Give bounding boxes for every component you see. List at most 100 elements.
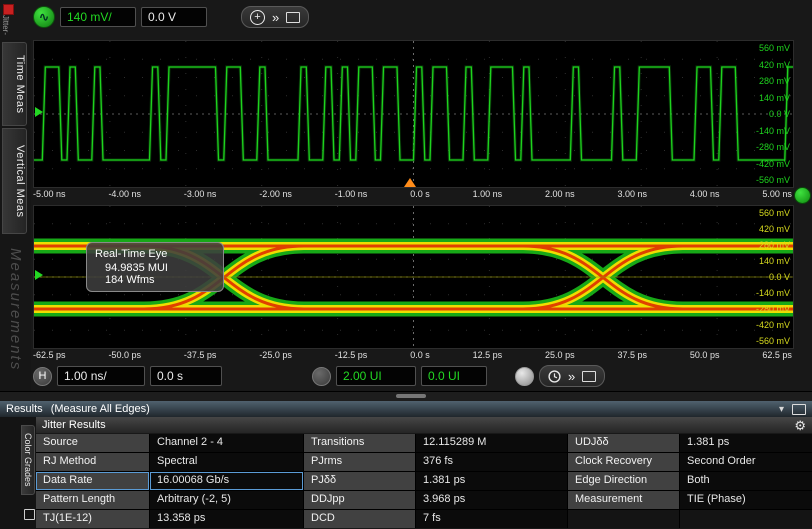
display-icon[interactable] bbox=[582, 371, 596, 382]
horizontal-offset-field[interactable]: 0.0 s bbox=[150, 366, 222, 386]
x-axis-tick: 2.00 ns bbox=[545, 189, 575, 199]
results-splitter[interactable] bbox=[0, 391, 812, 401]
display-icon[interactable] bbox=[286, 12, 300, 23]
table-value[interactable]: 1.381 ps bbox=[416, 472, 567, 490]
vertical-toolbar-more: + » bbox=[241, 6, 309, 28]
ui-offset-field[interactable]: 0.0 UI bbox=[421, 366, 487, 386]
jitter-results-bar[interactable]: Jitter Results ⚙ bbox=[36, 417, 812, 433]
results-subtitle: (Measure All Edges) bbox=[51, 403, 150, 415]
trigger-marker-icon[interactable] bbox=[404, 178, 416, 187]
horizontal-toolbar-more: » bbox=[539, 365, 605, 387]
x-axis-tick: 50.0 ps bbox=[690, 350, 720, 360]
table-value[interactable]: Both bbox=[680, 472, 812, 490]
undock-icon[interactable] bbox=[792, 404, 806, 415]
table-value[interactable]: 1.381 ps bbox=[680, 434, 812, 452]
table-value[interactable]: Channel 2 - 4 bbox=[150, 434, 303, 452]
x-axis-tick: 0.0 s bbox=[410, 189, 430, 199]
table-label-selected[interactable]: Data Rate bbox=[36, 472, 149, 490]
x-axis-tick: 25.0 ps bbox=[545, 350, 575, 360]
x-axis-tick: 37.5 ps bbox=[617, 350, 647, 360]
x-axis-tick: -50.0 ps bbox=[108, 350, 141, 360]
x-axis-tick: 0.0 s bbox=[410, 350, 430, 360]
app-status-icon bbox=[3, 4, 14, 15]
tab-time-meas[interactable]: Time Meas bbox=[2, 42, 27, 126]
results-header[interactable]: Results (Measure All Edges) ▾ bbox=[0, 401, 812, 417]
x-axis-tick: -5.00 ns bbox=[33, 189, 66, 199]
table-value[interactable]: 376 fs bbox=[416, 453, 567, 471]
splitter-handle[interactable] bbox=[396, 394, 426, 398]
measurements-watermark: Measurements bbox=[7, 248, 24, 371]
table-label: DCD bbox=[304, 510, 415, 528]
table-value[interactable]: Second Order bbox=[680, 453, 812, 471]
eye-diagram-display[interactable]: 560 mV420 mV280 mV140 mV0.0 V-140 mV-280… bbox=[33, 205, 794, 349]
table-label: Source bbox=[36, 434, 149, 452]
x-axis-tick: 5.00 ns bbox=[762, 189, 792, 199]
ui-scale-field[interactable]: 2.00 UI bbox=[336, 366, 416, 386]
x-axis-tick: -4.00 ns bbox=[108, 189, 141, 199]
left-tab-strip: Time Meas Vertical Meas Measurements bbox=[0, 40, 31, 392]
table-label: Clock Recovery bbox=[568, 453, 679, 471]
x-axis-tick: 1.00 ns bbox=[473, 189, 503, 199]
eye-position-marker[interactable] bbox=[35, 270, 43, 280]
x-axis-tick: 3.00 ns bbox=[617, 189, 647, 199]
table-value-selected[interactable]: 16.00068 Gb/s bbox=[150, 472, 303, 490]
channel-position-marker[interactable] bbox=[35, 107, 43, 117]
acquisition-state-icon[interactable] bbox=[515, 367, 534, 386]
table-value[interactable]: Arbitrary (-2, 5) bbox=[150, 491, 303, 509]
table-label: TJ(1E-12) bbox=[36, 510, 149, 528]
color-grades-icon[interactable] bbox=[24, 509, 35, 520]
eye-x-axis: -62.5 ps-50.0 ps-37.5 ps-25.0 ps-12.5 ps… bbox=[33, 349, 792, 361]
x-axis-tick: 12.5 ps bbox=[473, 350, 503, 360]
vertical-scale-field[interactable]: 140 mV/ bbox=[60, 7, 136, 27]
waveform-x-axis: -5.00 ns -4.00 ns -3.00 ns -2.00 ns -1.00 ns… bbox=[33, 188, 792, 200]
table-label: DDJpp bbox=[304, 491, 415, 509]
expand-chevrons-icon[interactable]: » bbox=[568, 370, 575, 383]
expand-chevrons-icon[interactable]: » bbox=[272, 11, 279, 24]
table-label: Measurement bbox=[568, 491, 679, 509]
jitter-app-tab[interactable]: Jitter- bbox=[0, 0, 15, 40]
waveform-display[interactable]: 560 mV420 mV280 mV140 mV0.0 V-140 mV-280… bbox=[33, 40, 794, 188]
table-value[interactable]: 7 fs bbox=[416, 510, 567, 528]
collapse-caret-icon[interactable]: ▾ bbox=[779, 404, 784, 415]
x-axis-tick: -12.5 ps bbox=[335, 350, 368, 360]
table-value[interactable]: 13.358 ps bbox=[150, 510, 303, 528]
eye-overlay-title: Real-Time Eye bbox=[95, 248, 215, 260]
x-axis-tick: -3.00 ns bbox=[184, 189, 217, 199]
x-axis-tick: 4.00 ns bbox=[690, 189, 720, 199]
horizontal-badge-icon[interactable]: H bbox=[33, 367, 52, 386]
table-label: PJrms bbox=[304, 453, 415, 471]
table-value[interactable]: 12.115289 M bbox=[416, 434, 567, 452]
table-label: Edge Direction bbox=[568, 472, 679, 490]
table-label: UDJδδ bbox=[568, 434, 679, 452]
clock-icon[interactable] bbox=[548, 370, 561, 383]
eye-wfms-value: 184 Wfms bbox=[95, 274, 215, 286]
eye-info-overlay: Real-Time Eye 94.9835 MUI 184 Wfms bbox=[86, 242, 224, 292]
horizontal-scale-field[interactable]: 1.00 ns/ bbox=[57, 366, 145, 386]
vertical-offset-field[interactable]: 0.0 V bbox=[141, 7, 207, 27]
x-axis-tick: -1.00 ns bbox=[335, 189, 368, 199]
table-label: RJ Method bbox=[36, 453, 149, 471]
table-value[interactable]: 3.968 ps bbox=[416, 491, 567, 509]
zoom-plus-icon[interactable]: + bbox=[250, 10, 265, 25]
run-status-icon[interactable] bbox=[794, 187, 811, 204]
table-label: Pattern Length bbox=[36, 491, 149, 509]
channel2-badge-icon[interactable]: ∿ bbox=[33, 6, 55, 28]
table-label: Transitions bbox=[304, 434, 415, 452]
jitter-tab-label: Jitter- bbox=[1, 15, 10, 35]
jitter-results-table: Source Channel 2 - 4 Transitions 12.1152… bbox=[36, 434, 812, 528]
tab-vertical-meas[interactable]: Vertical Meas bbox=[2, 128, 27, 234]
eye-horizontal-badge-icon[interactable] bbox=[312, 367, 331, 386]
x-axis-tick: -37.5 ps bbox=[184, 350, 217, 360]
gear-icon[interactable]: ⚙ bbox=[794, 419, 806, 432]
x-axis-tick: -2.00 ns bbox=[259, 189, 292, 199]
table-value[interactable]: Spectral bbox=[150, 453, 303, 471]
results-title: Results bbox=[6, 403, 43, 415]
tab-color-grades[interactable]: Color Grades bbox=[21, 425, 35, 495]
table-label: PJδδ bbox=[304, 472, 415, 490]
table-value bbox=[680, 510, 812, 528]
results-left-strip: Color Grades bbox=[0, 417, 36, 529]
horizontal-toolbar: H 1.00 ns/ 0.0 s 2.00 UI 0.0 UI » bbox=[33, 364, 605, 388]
eye-mui-value: 94.9835 MUI bbox=[95, 262, 215, 274]
table-value[interactable]: TIE (Phase) bbox=[680, 491, 812, 509]
x-axis-tick: -25.0 ps bbox=[259, 350, 292, 360]
